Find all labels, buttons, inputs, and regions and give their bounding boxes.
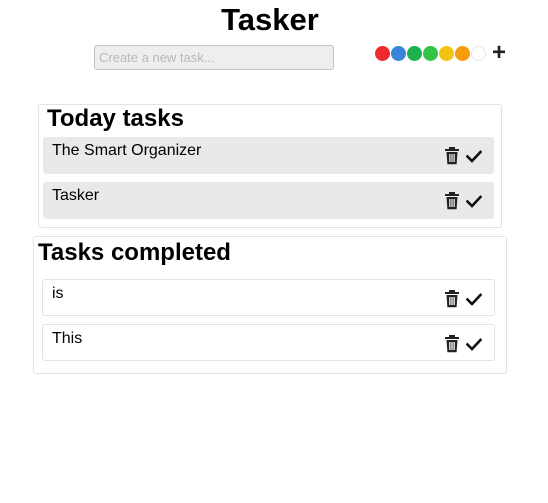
color-option-red[interactable] (375, 46, 390, 61)
task-actions (444, 192, 482, 210)
add-task-button[interactable]: + (489, 41, 509, 65)
task-item: is (42, 279, 495, 316)
check-icon[interactable] (466, 147, 482, 165)
trash-icon[interactable] (444, 290, 460, 308)
check-icon[interactable] (466, 290, 482, 308)
today-tasks-heading: Today tasks (47, 105, 184, 132)
today-tasks-panel: Today tasks The Smart Organizer Tasker (38, 104, 502, 228)
task-text: This (52, 330, 83, 347)
app-title: Tasker (221, 2, 319, 37)
new-task-input[interactable] (94, 45, 334, 70)
color-option-yellow[interactable] (439, 46, 454, 61)
color-option-orange[interactable] (455, 46, 470, 61)
check-icon[interactable] (466, 335, 482, 353)
task-item: The Smart Organizer (43, 137, 494, 174)
check-icon[interactable] (466, 192, 482, 210)
color-option-white[interactable] (471, 46, 486, 61)
task-actions (444, 335, 482, 353)
task-text: The Smart Organizer (52, 142, 202, 159)
trash-icon[interactable] (444, 192, 460, 210)
completed-tasks-heading: Tasks completed (38, 239, 231, 266)
task-text: is (52, 285, 64, 302)
task-text: Tasker (52, 187, 100, 204)
task-actions (444, 147, 482, 165)
trash-icon[interactable] (444, 335, 460, 353)
task-actions (444, 290, 482, 308)
task-item: This (42, 324, 495, 361)
color-option-green[interactable] (407, 46, 422, 61)
color-option-blue[interactable] (391, 46, 406, 61)
color-picker (375, 46, 486, 62)
trash-icon[interactable] (444, 147, 460, 165)
task-item: Tasker (43, 182, 494, 219)
color-option-lime[interactable] (423, 46, 438, 61)
completed-tasks-panel: Tasks completed is This (33, 236, 507, 374)
